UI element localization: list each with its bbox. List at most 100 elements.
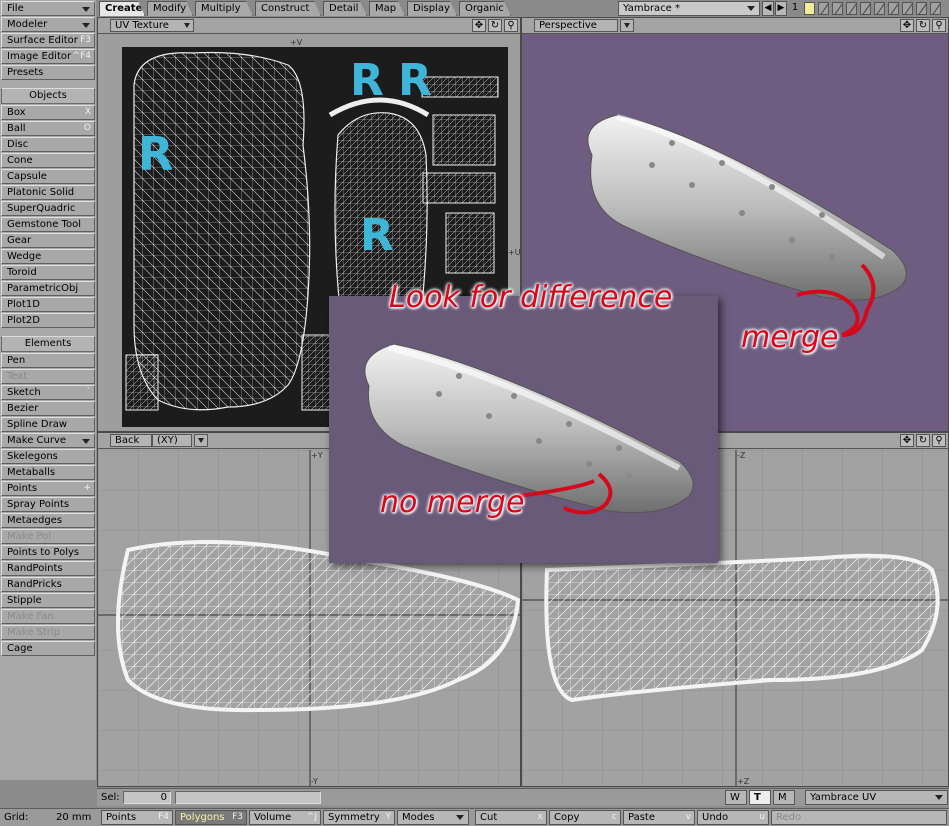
shortcut-label: O bbox=[83, 123, 91, 133]
tool-parametricobj-button[interactable]: ParametricObj bbox=[1, 281, 95, 296]
layer-toggle[interactable] bbox=[860, 2, 871, 15]
tool-disc-button[interactable]: Disc bbox=[1, 137, 95, 152]
tool-points-button[interactable]: Points + bbox=[1, 481, 95, 496]
tool-plot1d-button[interactable]: Plot1D bbox=[1, 297, 95, 312]
tool-make-fan-button[interactable]: Make Fan bbox=[1, 609, 95, 624]
tool-make-curve-button[interactable]: Make Curve bbox=[1, 433, 95, 448]
tab-create[interactable]: Create bbox=[99, 1, 145, 16]
tool-bezier-button[interactable]: Bezier bbox=[1, 401, 95, 416]
tool-metaballs-button[interactable]: Metaballs bbox=[1, 465, 95, 480]
tool-metaedges-button[interactable]: Metaedges bbox=[1, 513, 95, 528]
tool-randpoints-button[interactable]: RandPoints bbox=[1, 561, 95, 576]
view-type-select[interactable]: Back bbox=[110, 434, 152, 447]
layer-toggle[interactable] bbox=[930, 2, 941, 15]
tool-spray-points-button[interactable]: Spray Points bbox=[1, 497, 95, 512]
layer-toggle[interactable] bbox=[846, 2, 857, 15]
object-file-select[interactable]: Yambrace * bbox=[618, 1, 760, 16]
axis-label: +Y bbox=[311, 451, 323, 460]
zoom-view-icon[interactable]: ⚲ bbox=[932, 434, 946, 447]
tool-cone-button[interactable]: Cone bbox=[1, 153, 95, 168]
move-view-icon[interactable]: ✥ bbox=[900, 19, 914, 32]
layer-toggle[interactable] bbox=[804, 2, 815, 15]
prev-object-button[interactable]: ◀ bbox=[762, 1, 774, 16]
zoom-view-icon[interactable]: ⚲ bbox=[504, 19, 518, 32]
tool-cage-button[interactable]: Cage bbox=[1, 641, 95, 656]
morph-map-button[interactable]: M bbox=[773, 790, 795, 805]
tab-construct[interactable]: Construct bbox=[255, 1, 321, 16]
tool-label: Make Fan bbox=[7, 611, 54, 622]
layer-toggle[interactable] bbox=[832, 2, 843, 15]
volume-mode-button[interactable]: Volume ^J bbox=[249, 810, 321, 825]
tool-capsule-button[interactable]: Capsule bbox=[1, 169, 95, 184]
rotate-view-icon[interactable]: ↻ bbox=[916, 19, 930, 32]
tool-toroid-button[interactable]: Toroid bbox=[1, 265, 95, 280]
tool-platonic-solid-button[interactable]: Platonic Solid bbox=[1, 185, 95, 200]
rotate-view-icon[interactable]: ↻ bbox=[916, 434, 930, 447]
surface-editor-button[interactable]: Surface Editor F3 bbox=[1, 33, 95, 48]
polygons-mode-button[interactable]: Polygons F3 bbox=[175, 810, 247, 825]
tool-skelegons-button[interactable]: Skelegons bbox=[1, 449, 95, 464]
tool-label: Make Pol bbox=[7, 531, 52, 542]
tool-label: Sketch bbox=[7, 387, 41, 398]
view-type-label: UV Texture bbox=[115, 20, 169, 31]
tab-map[interactable]: Map bbox=[369, 1, 405, 16]
tool-wedge-button[interactable]: Wedge bbox=[1, 249, 95, 264]
view-axes-select[interactable]: (XY) bbox=[152, 434, 192, 447]
tool-label: Wedge bbox=[7, 251, 42, 262]
texture-map-button[interactable]: T bbox=[749, 790, 771, 805]
tool-plot2d-button[interactable]: Plot2D bbox=[1, 313, 95, 328]
chevron-down-icon bbox=[82, 23, 90, 28]
view-options-dropdown[interactable] bbox=[194, 434, 208, 447]
tool-make-pol-button[interactable]: Make Pol bbox=[1, 529, 95, 544]
cut-button[interactable]: Cut x bbox=[475, 810, 547, 825]
modes-dropdown[interactable]: Modes bbox=[397, 810, 469, 825]
tool-label: Gemstone Tool bbox=[7, 219, 81, 230]
tool-gemstone-tool-button[interactable]: Gemstone Tool bbox=[1, 217, 95, 232]
file-menu[interactable]: File bbox=[1, 1, 95, 16]
view-options-dropdown[interactable] bbox=[620, 19, 634, 32]
next-object-button[interactable]: ▶ bbox=[775, 1, 787, 16]
presets-button[interactable]: Presets bbox=[1, 65, 95, 80]
modeler-menu[interactable]: Modeler bbox=[1, 17, 95, 32]
tool-ball-button[interactable]: Ball O bbox=[1, 121, 95, 136]
image-editor-button[interactable]: Image Editor ^F4 bbox=[1, 49, 95, 64]
move-view-icon[interactable]: ✥ bbox=[900, 434, 914, 447]
tab-detail[interactable]: Detail bbox=[323, 1, 367, 16]
points-mode-button[interactable]: Points F4 bbox=[101, 810, 173, 825]
layer-toggle[interactable] bbox=[902, 2, 913, 15]
view-type-select[interactable]: Perspective bbox=[534, 19, 618, 32]
redo-button[interactable]: Redo bbox=[771, 810, 947, 825]
chevron-left-icon: ◀ bbox=[764, 3, 772, 13]
shortcut-label: F4 bbox=[158, 812, 169, 822]
tool-randpricks-button[interactable]: RandPricks bbox=[1, 577, 95, 592]
tool-make-strip-button[interactable]: Make Strip bbox=[1, 625, 95, 640]
move-view-icon[interactable]: ✥ bbox=[472, 19, 486, 32]
undo-button[interactable]: Undo u bbox=[697, 810, 769, 825]
layer-toggle[interactable] bbox=[818, 2, 829, 15]
layer-toggle[interactable] bbox=[916, 2, 927, 15]
paste-button[interactable]: Paste v bbox=[623, 810, 695, 825]
tab-organic[interactable]: Organic bbox=[459, 1, 511, 16]
tool-sketch-button[interactable]: Sketch ` bbox=[1, 385, 95, 400]
layer-toggle[interactable] bbox=[888, 2, 899, 15]
view-type-select[interactable]: UV Texture bbox=[110, 19, 194, 32]
zoom-view-icon[interactable]: ⚲ bbox=[932, 19, 946, 32]
rotate-view-icon[interactable]: ↻ bbox=[488, 19, 502, 32]
weight-map-button[interactable]: W bbox=[725, 790, 747, 805]
tab-multiply[interactable]: Multiply bbox=[195, 1, 253, 16]
tool-box-button[interactable]: Box X bbox=[1, 105, 95, 120]
tool-pen-button[interactable]: Pen bbox=[1, 353, 95, 368]
tool-stipple-button[interactable]: Stipple bbox=[1, 593, 95, 608]
tool-gear-button[interactable]: Gear bbox=[1, 233, 95, 248]
vertex-map-select[interactable]: Yambrace UV bbox=[805, 790, 948, 805]
tool-label: Ball bbox=[7, 123, 26, 134]
copy-button[interactable]: Copy c bbox=[549, 810, 621, 825]
tab-display[interactable]: Display bbox=[407, 1, 457, 16]
tool-text-button[interactable]: Text bbox=[1, 369, 95, 384]
tool-superquadric-button[interactable]: SuperQuadric bbox=[1, 201, 95, 216]
tab-modify[interactable]: Modify bbox=[147, 1, 193, 16]
tool-points-to-polys-button[interactable]: Points to Polys bbox=[1, 545, 95, 560]
symmetry-button[interactable]: Symmetry Y bbox=[323, 810, 395, 825]
layer-toggle[interactable] bbox=[874, 2, 885, 15]
tool-spline-draw-button[interactable]: Spline Draw bbox=[1, 417, 95, 432]
